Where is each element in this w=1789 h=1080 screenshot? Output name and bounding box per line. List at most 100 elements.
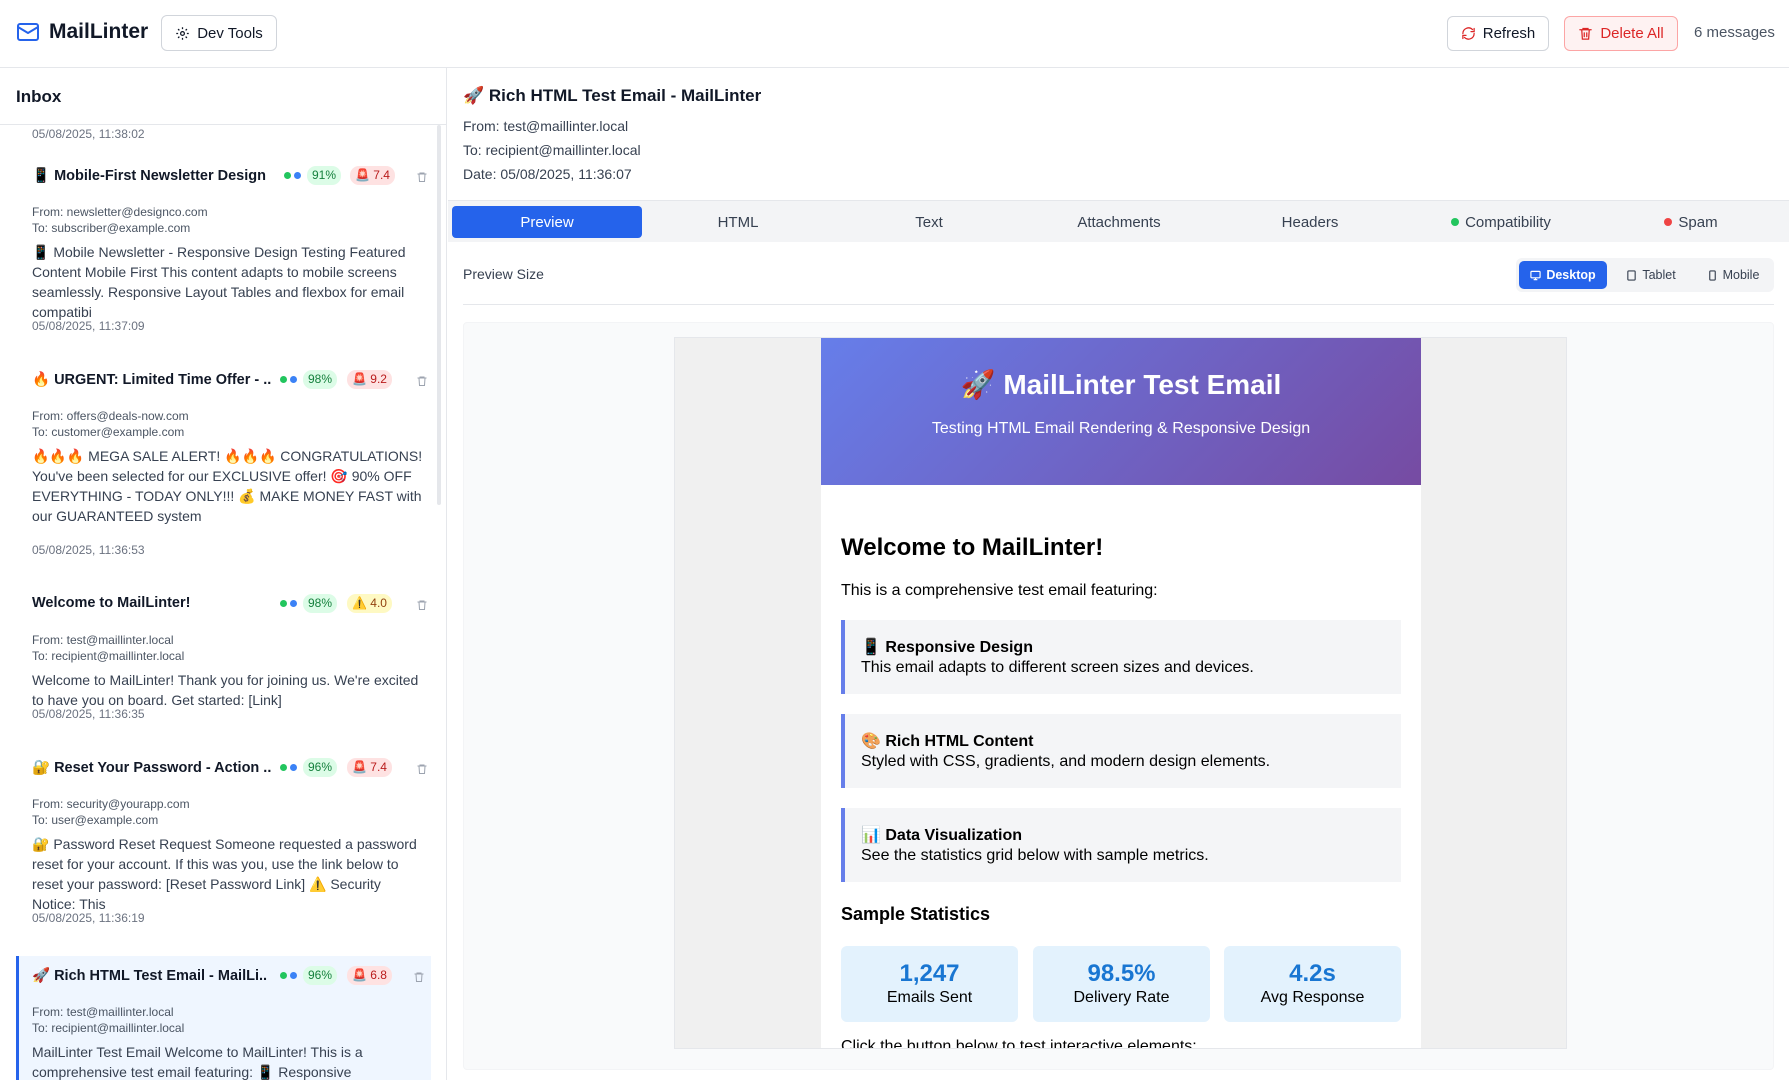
list-item-subject: 🔥 URGENT: Limited Time Offer - ... [32,372,272,388]
list-item-selected[interactable]: 🚀 Rich HTML Test Email - MailLi... 96% 🚨… [16,956,431,1080]
mobile-button[interactable]: Mobile [1694,261,1772,289]
trash-icon [1579,27,1593,40]
preview-size-toggle: Desktop Tablet Mobile [1516,258,1774,292]
delete-all-label: Delete All [1600,25,1664,42]
list-item-preview: 🔥🔥🔥 MEGA SALE ALERT! 🔥🔥🔥 CONGRATULATIONS… [32,448,423,524]
list-item-preview: 📱 Mobile Newsletter - Responsive Design … [32,244,406,320]
stat-card: 4.2s Avg Response [1224,946,1401,1022]
email-intro: This is a comprehensive test email featu… [841,582,1158,599]
html-dot [290,600,297,607]
list-item[interactable]: 🔥 URGENT: Limited Time Offer - ... 98% 🚨… [16,360,431,560]
brand: MailLinter [16,20,148,44]
desktop-button[interactable]: Desktop [1519,261,1607,289]
list-item-subject: 🚀 Rich HTML Test Email - MailLi... [32,968,267,984]
monitor-icon [1530,270,1541,280]
list-item-date: 05/08/2025, 11:36:53 [32,543,145,557]
refresh-label: Refresh [1482,25,1536,42]
status-dots [280,600,297,607]
tab-attachments[interactable]: Attachments [1024,206,1214,238]
trash-icon[interactable] [416,598,428,612]
email-heading: Welcome to MailLinter! [841,534,1104,561]
compatibility-dot [280,600,287,607]
tab-html[interactable]: HTML [643,206,833,238]
list-item[interactable]: 🔐 Reset Your Password - Action ... 96% 🚨… [16,748,431,928]
feature-title: 🎨 Rich HTML Content [861,733,1034,750]
tablet-label: Tablet [1642,268,1676,282]
spam-status-dot [1664,218,1673,226]
list-item-date: 05/08/2025, 11:36:35 [32,707,145,721]
stats-heading: Sample Statistics [841,904,991,924]
message-pane: 🚀 Rich HTML Test Email - MailLinter From… [448,68,1789,1080]
list-item-from: From: security@yourapp.com [32,797,190,811]
trash-icon[interactable] [413,970,425,984]
tablet-button[interactable]: Tablet [1611,261,1691,289]
gear-icon [176,26,189,40]
tab-spam[interactable]: Spam [1596,206,1786,238]
list-item-from: From: offers@deals-now.com [32,409,189,423]
dev-tools-button[interactable]: Dev Tools [161,15,277,51]
tab-label: Attachments [1077,213,1161,231]
list-item-to: To: recipient@maillinter.local [32,649,185,663]
html-dot [290,972,297,979]
list-item-from: From: test@maillinter.local [32,1005,174,1019]
refresh-icon [1461,27,1475,40]
divider [463,304,1774,305]
trash-icon[interactable] [416,762,428,776]
status-dots [280,376,297,383]
delete-all-button[interactable]: Delete All [1564,16,1678,51]
list-item[interactable]: 📱 Mobile-First Newsletter Design 91% 🚨 7… [16,156,431,336]
list-item-to: To: recipient@maillinter.local [32,1021,185,1035]
tab-compatibility[interactable]: Compatibility [1406,206,1596,238]
message-count: 6 messages [1694,24,1775,41]
tab-label: Spam [1678,213,1718,231]
list-item-date: 05/08/2025, 11:36:19 [32,911,145,925]
compatibility-dot [284,172,291,179]
inbox-sidebar: Inbox 05/08/2025, 11:38:02 📱 Mobile-Firs… [0,68,447,1080]
feature-box: 🎨 Rich HTML Content Styled with CSS, gra… [841,714,1401,788]
tab-label: Headers [1281,213,1339,231]
feature-title: 📱 Responsive Design [861,639,1033,656]
stat-value: 1,247 [899,960,960,987]
list-item-to: To: customer@example.com [32,425,185,439]
stat-label: Delivery Rate [1073,989,1170,1006]
list-item-header: 📱 Mobile-First Newsletter Design 91% 🚨 7… [32,166,431,186]
list-item[interactable]: Welcome to MailLinter! 98% ⚠️ 4.0 From: … [16,584,431,724]
tab-headers[interactable]: Headers [1215,206,1405,238]
inbox-scrollbar[interactable] [437,125,441,505]
feature-description: This email adapts to different screen si… [861,659,1254,676]
trash-icon[interactable] [416,170,428,184]
tab-text[interactable]: Text [834,206,1024,238]
spam-score-badge: 🚨 9.2 [347,370,392,389]
preview-size-label: Preview Size [463,266,544,282]
desktop-label: Desktop [1546,268,1596,282]
list-item-subject: Welcome to MailLinter! [32,595,191,611]
compatibility-dot [280,376,287,383]
spam-score-badge: 🚨 7.4 [347,758,392,777]
message-date: Date: 05/08/2025, 11:36:07 [463,166,632,182]
list-item-date: 05/08/2025, 11:37:09 [32,319,145,333]
inbox-title: Inbox [16,87,62,106]
stat-label: Avg Response [1260,989,1365,1006]
message-to: To: recipient@maillinter.local [463,142,641,158]
stat-value: 98.5% [1087,960,1156,987]
list-item-header: Welcome to MailLinter! 98% ⚠️ 4.0 [32,594,431,614]
feature-title: 📊 Data Visualization [861,827,1022,844]
message-subject: 🚀 Rich HTML Test Email - MailLinter [463,86,762,105]
refresh-button[interactable]: Refresh [1447,16,1549,51]
spam-score-badge: 🚨 7.4 [350,166,395,185]
tab-label: Compatibility [1465,213,1551,231]
compatibility-dot [280,972,287,979]
status-dots [284,172,301,179]
tab-preview[interactable]: Preview [452,206,642,238]
list-item-preview: MailLinter Test Email Welcome to MailLin… [32,1044,363,1080]
compatibility-dot [280,764,287,771]
html-dot [294,172,301,179]
list-item-subject: 📱 Mobile-First Newsletter Design [32,168,266,184]
preview-frame[interactable]: 🚀 MailLinter Test Email Testing HTML Ema… [674,337,1567,1049]
tab-label: Preview [520,213,574,231]
phone-icon [1708,269,1716,281]
trash-icon[interactable] [416,374,428,388]
compatibility-status-dot [1451,218,1460,226]
stat-label: Emails Sent [886,989,973,1006]
list-item-from: From: newsletter@designco.com [32,205,208,219]
